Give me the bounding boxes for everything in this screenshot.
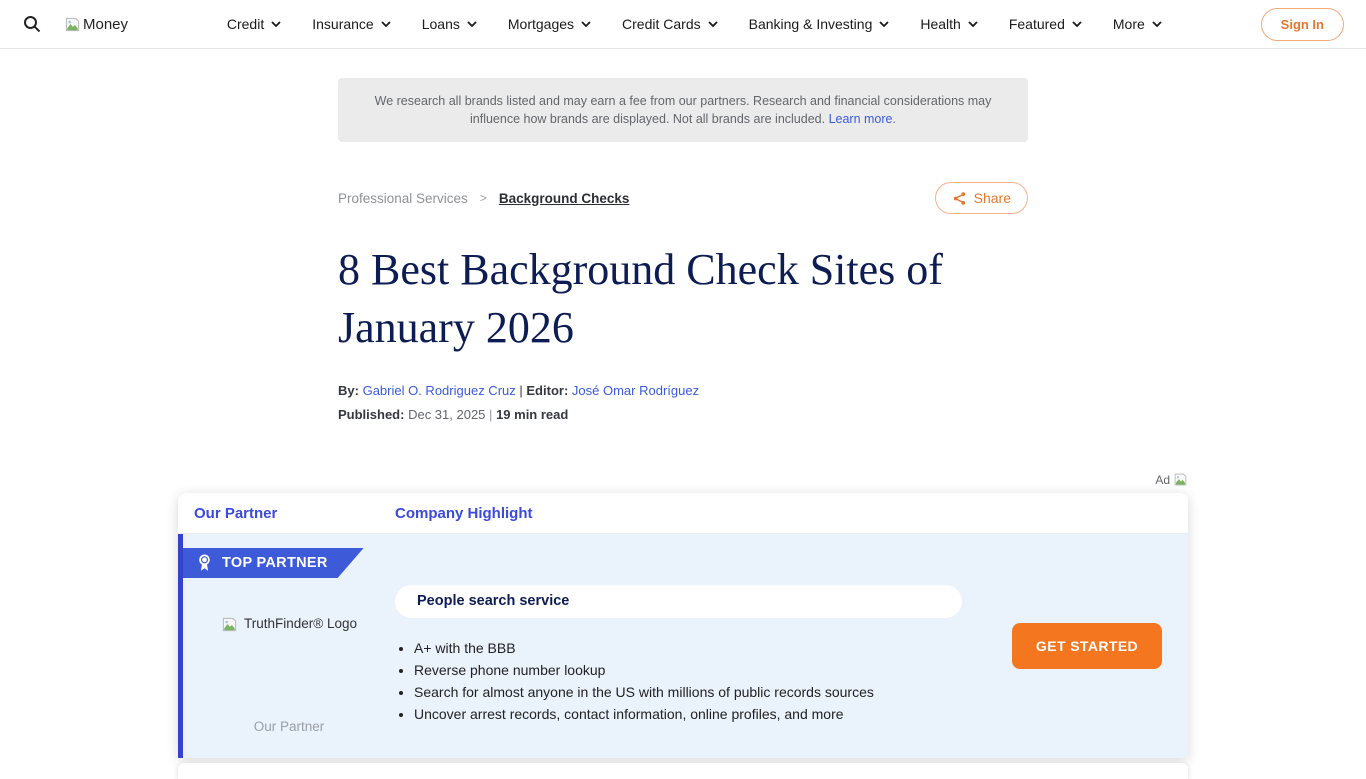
nav-item-label: Mortgages bbox=[508, 16, 574, 32]
ad-label: Ad bbox=[1155, 473, 1170, 487]
learn-more-link[interactable]: Learn more bbox=[829, 112, 893, 126]
nav-item-insurance[interactable]: Insurance bbox=[312, 16, 390, 32]
nav-item-banking-investing[interactable]: Banking & Investing bbox=[749, 16, 890, 32]
breadcrumb-current[interactable]: Background Checks bbox=[499, 191, 630, 206]
byline: By: Gabriel O. Rodriguez Cruz | Editor: … bbox=[338, 383, 1028, 398]
top-partner-banner: TOP PARTNER bbox=[183, 548, 364, 578]
partner-card-section: Ad Our Partner Company Highlight TOP PAR… bbox=[178, 472, 1188, 779]
nav-item-more[interactable]: More bbox=[1113, 16, 1162, 32]
highlight-bullet: Uncover arrest records, contact informat… bbox=[414, 707, 980, 722]
logo-alt-text: Money bbox=[83, 16, 128, 33]
nav-item-health[interactable]: Health bbox=[920, 16, 977, 32]
broken-image-icon bbox=[64, 16, 81, 33]
search-icon[interactable] bbox=[20, 12, 44, 36]
editor-label: Editor: bbox=[526, 383, 568, 398]
company-highlight-cell: People search service A+ with the BBB Re… bbox=[395, 534, 980, 758]
top-navigation: Money Credit Insurance Loans Mortgages C… bbox=[0, 0, 1366, 49]
share-icon bbox=[952, 191, 967, 206]
chevron-down-icon bbox=[879, 21, 889, 27]
nav-item-label: Insurance bbox=[312, 16, 373, 32]
published-date: Dec 31, 2025 bbox=[408, 407, 485, 422]
partner-table: Our Partner Company Highlight TOP PARTNE… bbox=[178, 493, 1188, 758]
partner-logo[interactable]: TruthFinder® Logo bbox=[221, 616, 357, 633]
partner-caption: Our Partner bbox=[254, 719, 325, 734]
chevron-down-icon bbox=[1152, 21, 1162, 27]
nav-item-label: Credit bbox=[227, 16, 264, 32]
main-menu: Credit Insurance Loans Mortgages Credit … bbox=[128, 16, 1261, 32]
nav-item-label: Credit Cards bbox=[622, 16, 701, 32]
affiliate-disclaimer: We research all brands listed and may ea… bbox=[338, 78, 1028, 142]
editor-link[interactable]: José Omar Rodríguez bbox=[572, 383, 699, 398]
broken-image-icon bbox=[221, 616, 238, 633]
medal-icon bbox=[196, 553, 213, 573]
breadcrumb-row: Professional Services > Background Check… bbox=[338, 182, 1028, 214]
read-time: 19 min read bbox=[496, 407, 568, 422]
broken-image-icon bbox=[1173, 472, 1188, 487]
nav-item-loans[interactable]: Loans bbox=[422, 16, 477, 32]
nav-item-label: More bbox=[1113, 16, 1145, 32]
chevron-down-icon bbox=[381, 21, 391, 27]
chevron-down-icon bbox=[271, 21, 281, 27]
byline-separator: | bbox=[519, 383, 522, 398]
column-header-our-partner: Our Partner bbox=[194, 505, 395, 522]
page-title: 8 Best Background Check Sites of January… bbox=[338, 241, 1028, 357]
partner-logo-alt-text: TruthFinder® Logo bbox=[244, 616, 357, 631]
publine-separator: | bbox=[489, 407, 492, 422]
highlight-bullet-list: A+ with the BBB Reverse phone number loo… bbox=[395, 641, 980, 722]
top-partner-label: TOP PARTNER bbox=[222, 555, 328, 571]
partner-table-header: Our Partner Company Highlight bbox=[178, 493, 1188, 534]
author-link[interactable]: Gabriel O. Rodriguez Cruz bbox=[363, 383, 516, 398]
highlight-bullet: Reverse phone number lookup bbox=[414, 663, 980, 678]
nav-item-label: Loans bbox=[422, 16, 460, 32]
by-label: By: bbox=[338, 383, 359, 398]
chevron-down-icon bbox=[968, 21, 978, 27]
disclaimer-period: . bbox=[893, 112, 896, 126]
nav-item-credit-cards[interactable]: Credit Cards bbox=[622, 16, 718, 32]
nav-item-mortgages[interactable]: Mortgages bbox=[508, 16, 591, 32]
nav-item-credit[interactable]: Credit bbox=[227, 16, 281, 32]
breadcrumb-separator-icon: > bbox=[480, 191, 487, 205]
highlight-bullet: Search for almost anyone in the US with … bbox=[414, 685, 980, 700]
nav-item-label: Health bbox=[920, 16, 960, 32]
top-partner-row: TOP PARTNER TruthFinder® Logo Our Partne… bbox=[178, 534, 1188, 758]
get-started-button[interactable]: GET STARTED bbox=[1012, 623, 1162, 669]
sign-in-button[interactable]: Sign In bbox=[1261, 8, 1344, 41]
article-column: We research all brands listed and may ea… bbox=[338, 78, 1028, 422]
chevron-down-icon bbox=[581, 21, 591, 27]
nav-item-label: Featured bbox=[1009, 16, 1065, 32]
highlight-bullet: A+ with the BBB bbox=[414, 641, 980, 656]
share-label: Share bbox=[974, 190, 1011, 206]
chevron-down-icon bbox=[708, 21, 718, 27]
disclaimer-text: We research all brands listed and may ea… bbox=[375, 94, 992, 126]
nav-item-label: Banking & Investing bbox=[749, 16, 873, 32]
ad-slot-label: Ad bbox=[178, 472, 1188, 487]
breadcrumb: Professional Services > Background Check… bbox=[338, 191, 629, 206]
service-category-pill: People search service bbox=[395, 585, 962, 618]
cta-cell: GET STARTED bbox=[1012, 534, 1188, 758]
nav-left-group: Money bbox=[20, 12, 128, 36]
chevron-down-icon bbox=[1072, 21, 1082, 27]
chevron-down-icon bbox=[467, 21, 477, 27]
share-button[interactable]: Share bbox=[935, 182, 1028, 214]
next-partner-row-partial bbox=[178, 763, 1188, 779]
published-label: Published: bbox=[338, 407, 404, 422]
nav-item-featured[interactable]: Featured bbox=[1009, 16, 1082, 32]
published-line: Published: Dec 31, 2025 | 19 min read bbox=[338, 407, 1028, 422]
breadcrumb-section[interactable]: Professional Services bbox=[338, 191, 468, 206]
money-logo[interactable]: Money bbox=[64, 16, 128, 33]
column-header-company-highlight: Company Highlight bbox=[395, 505, 533, 522]
